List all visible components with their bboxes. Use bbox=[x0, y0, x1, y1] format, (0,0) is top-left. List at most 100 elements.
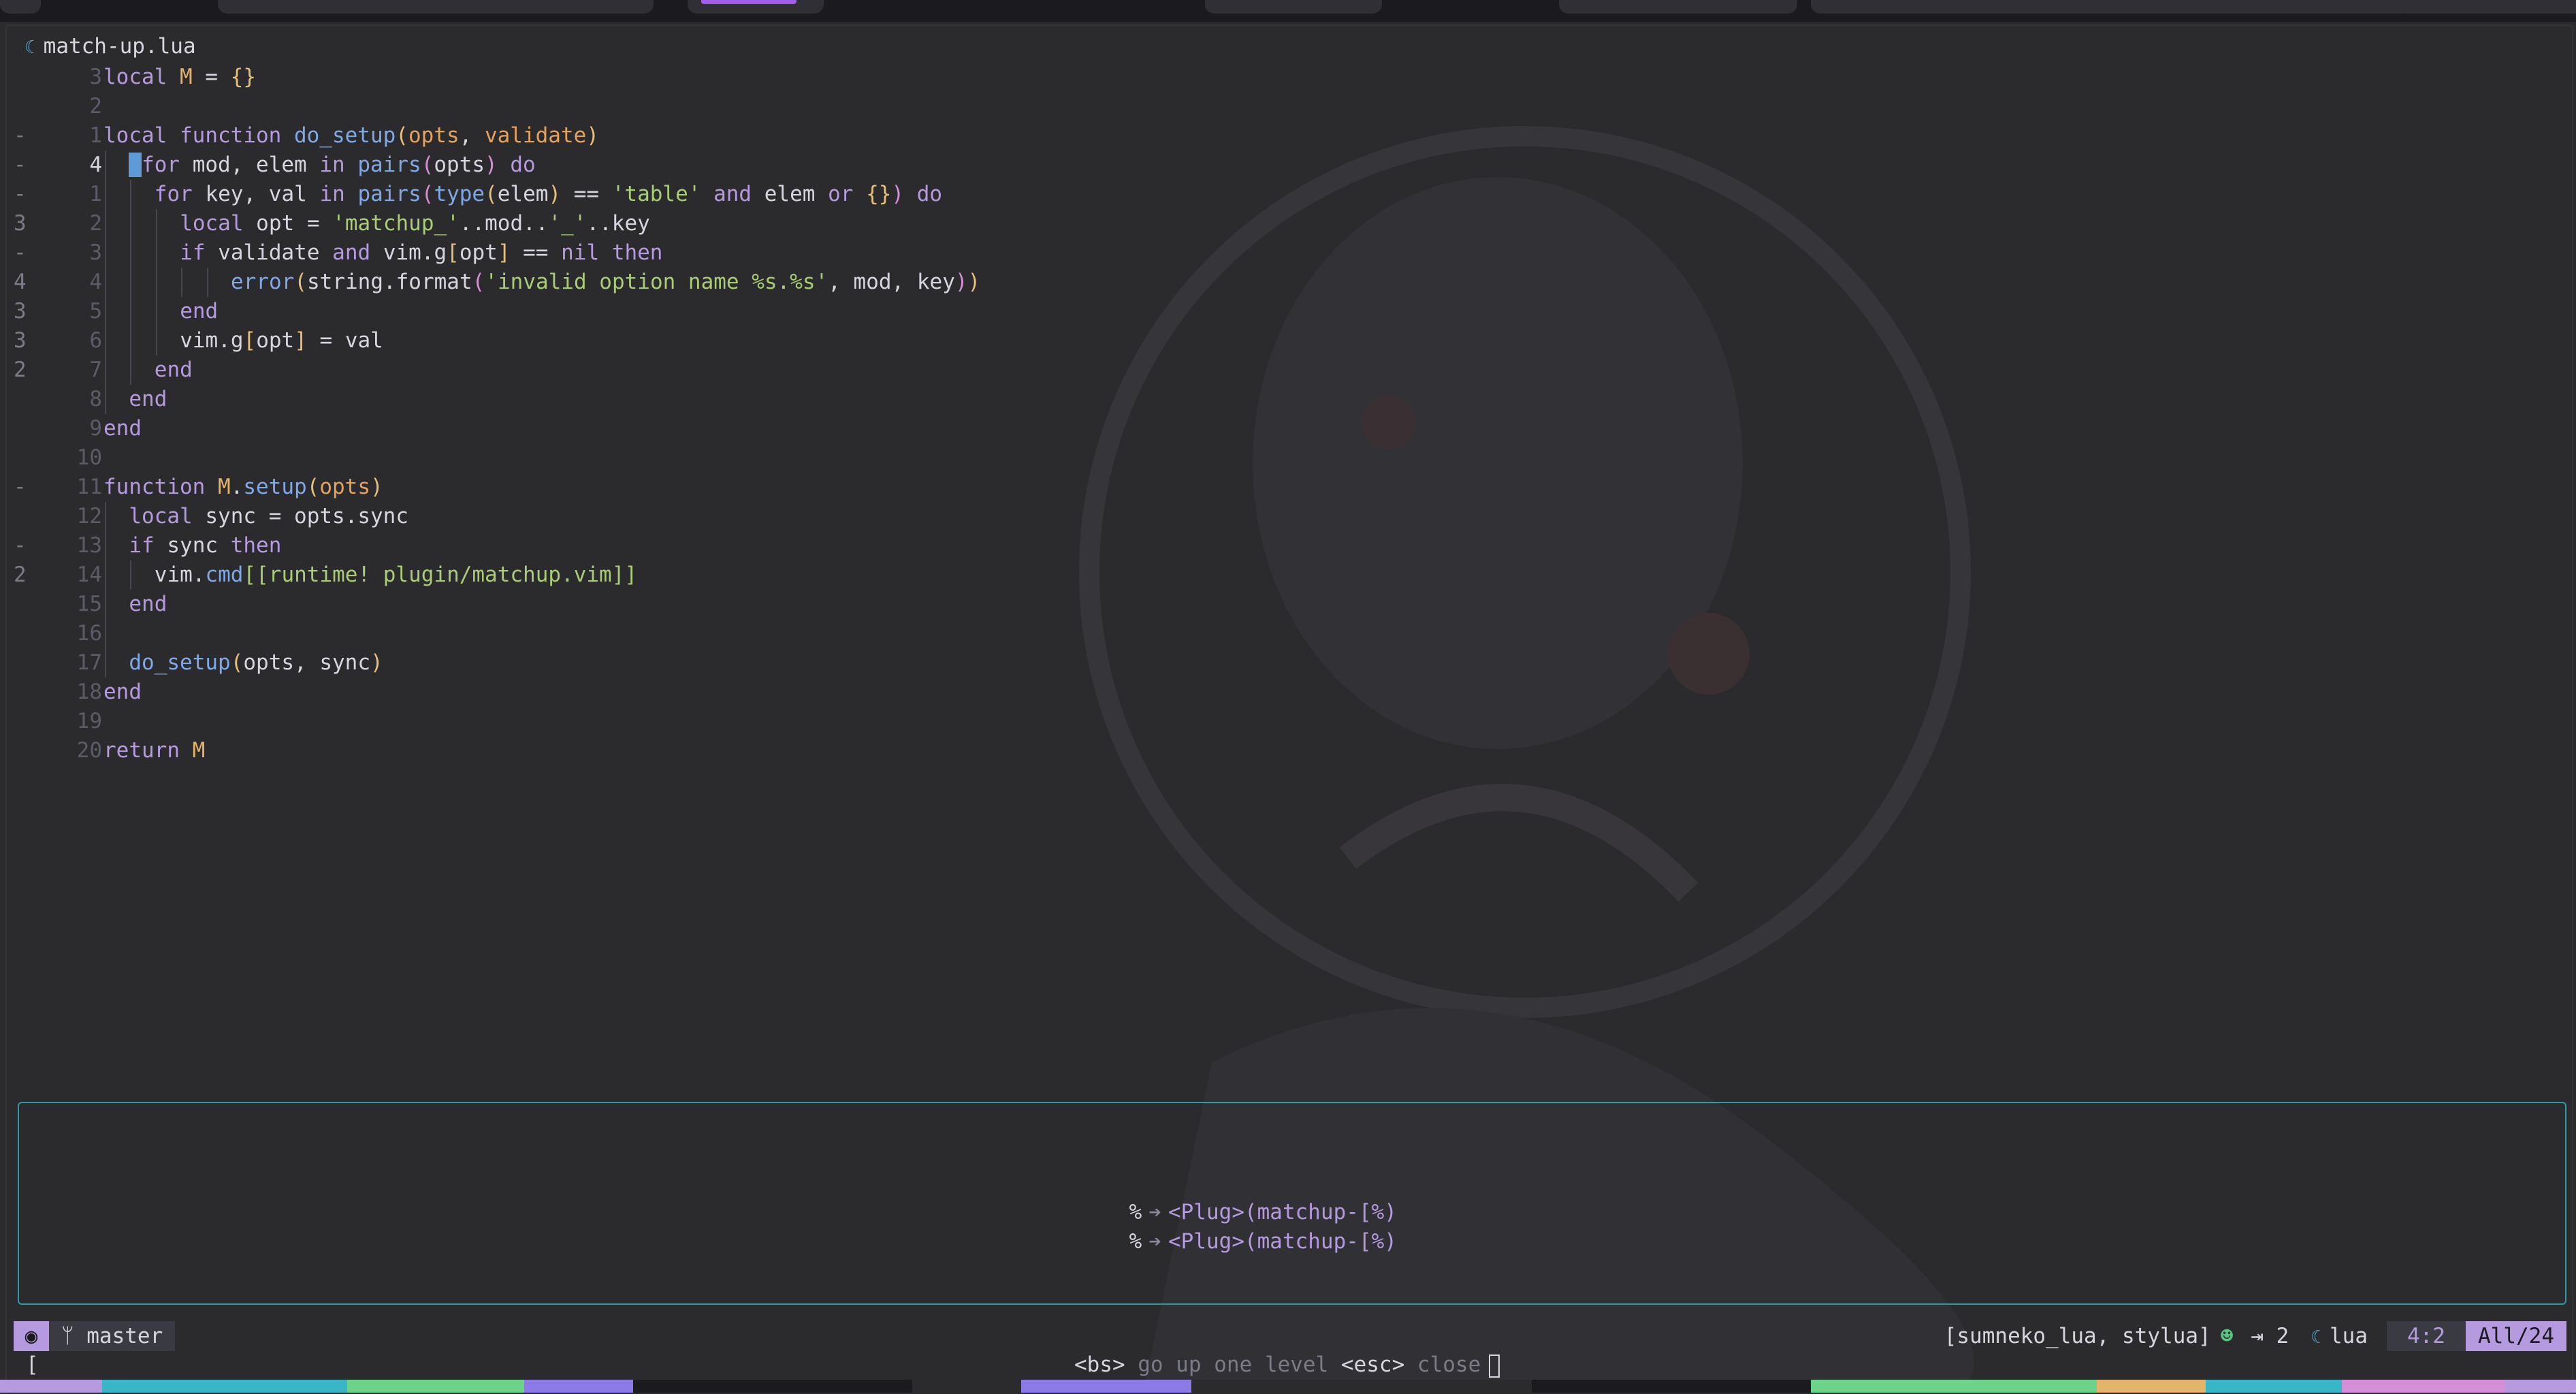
command-cursor bbox=[1489, 1354, 1500, 1378]
workspace-chip[interactable] bbox=[218, 0, 654, 14]
code-token: type bbox=[434, 182, 485, 206]
which-key-key: % bbox=[1129, 1229, 1142, 1254]
line-number: 1 bbox=[89, 123, 102, 148]
file-tab[interactable]: ☾ match-up.lua bbox=[25, 34, 196, 59]
indent-guide bbox=[130, 268, 132, 297]
tmux-host bbox=[347, 1380, 524, 1393]
code-token: {} bbox=[230, 65, 256, 89]
indent-guide bbox=[206, 268, 208, 297]
status-chip-3[interactable] bbox=[2396, 0, 2576, 14]
code-token: function bbox=[103, 475, 206, 499]
tmux-net bbox=[1811, 1380, 2097, 1393]
code-token: setup bbox=[243, 475, 307, 499]
tmux-battery bbox=[2097, 1380, 2206, 1393]
tmux-window-1[interactable] bbox=[912, 1380, 1021, 1393]
command-line[interactable]: [ <bs> go up one level <esc> close bbox=[0, 1351, 2576, 1380]
command-line-text: [ bbox=[26, 1352, 39, 1377]
which-key-desc: <Plug>(matchup-[%) bbox=[1168, 1229, 1397, 1254]
code-token: local bbox=[129, 504, 193, 528]
code-token: '_' bbox=[548, 211, 587, 236]
indent-guide bbox=[105, 385, 106, 414]
line-number: 5 bbox=[89, 299, 102, 323]
indent-guide bbox=[155, 297, 157, 326]
code-token: do bbox=[916, 182, 943, 206]
clock-chip[interactable] bbox=[1205, 0, 1382, 14]
code-token: ) bbox=[370, 475, 383, 499]
code-token: or bbox=[828, 182, 854, 206]
tmux-clock bbox=[2505, 1380, 2576, 1393]
line-number: 3 bbox=[89, 65, 102, 89]
eye-icon: ◉ bbox=[25, 1324, 38, 1348]
launcher-chip[interactable] bbox=[0, 0, 41, 14]
code-token: , bbox=[459, 123, 485, 148]
indent-guide bbox=[105, 180, 106, 209]
code-text: end bbox=[180, 297, 218, 326]
hint-text-go-up: go up one level bbox=[1125, 1352, 1341, 1377]
hint-key-bs: <bs> bbox=[1074, 1352, 1125, 1377]
code-token: nil bbox=[561, 240, 600, 265]
code-token: elem bbox=[497, 182, 549, 206]
code-token: vim. bbox=[154, 563, 206, 587]
code-token: function bbox=[180, 123, 282, 148]
code-token: vim.g bbox=[180, 328, 244, 353]
code-text: end bbox=[155, 355, 193, 385]
git-sign: 3 bbox=[14, 328, 27, 353]
code-text: local opt = 'matchup_'..mod..'_'..key bbox=[180, 209, 650, 238]
indent-guide bbox=[105, 560, 106, 590]
code-token: ) bbox=[548, 182, 562, 206]
code-token: ( bbox=[230, 650, 244, 675]
line-number: 4 bbox=[89, 270, 102, 294]
code-text: error(string.format('invalid option name… bbox=[231, 268, 980, 297]
code-token: then bbox=[230, 533, 282, 558]
git-sign: 2 bbox=[14, 563, 27, 587]
code-token: then bbox=[611, 240, 663, 265]
text-cursor bbox=[129, 153, 142, 177]
indent-width[interactable]: ⇥ 2 bbox=[2251, 1324, 2289, 1348]
git-branch[interactable]: ᛘ master bbox=[49, 1321, 176, 1351]
code-token: M bbox=[217, 475, 231, 499]
which-key-item[interactable]: % ➔ <Plug>(matchup-[%) bbox=[1078, 1205, 1397, 1278]
code-token: elem bbox=[752, 182, 828, 206]
tmux-session bbox=[0, 1380, 102, 1393]
status-line: ◉ ᛘ master [sumneko_lua, stylua] ☻ ⇥ 2 ☾… bbox=[14, 1321, 2566, 1351]
code-token: pairs bbox=[357, 182, 421, 206]
code-token: end bbox=[103, 680, 142, 704]
tmux-window-2[interactable] bbox=[1021, 1380, 1191, 1393]
top-panel-bar bbox=[0, 0, 2576, 22]
code-token: opt = bbox=[243, 211, 333, 236]
code-token: end bbox=[129, 592, 167, 616]
line-number: 15 bbox=[76, 592, 102, 616]
line-number: 13 bbox=[76, 533, 102, 558]
git-sign: - bbox=[14, 475, 27, 499]
line-number: 7 bbox=[89, 358, 102, 382]
which-key-popup: % ➔ <Plug>(matchup-[%) % ➔ <Plug>(matchup-[%… bbox=[18, 1102, 2566, 1305]
code-token: do bbox=[510, 153, 536, 177]
code-token: opts bbox=[434, 153, 485, 177]
code-text: end bbox=[129, 590, 167, 619]
line-number: 12 bbox=[76, 504, 102, 528]
filetype-label: lua bbox=[2330, 1324, 2368, 1348]
tmux-window-3[interactable] bbox=[1191, 1380, 1532, 1393]
line-number: 14 bbox=[76, 563, 102, 587]
status-chip-1[interactable] bbox=[1559, 0, 1797, 14]
code-token: M bbox=[180, 65, 193, 89]
lsp-clients[interactable]: [sumneko_lua, stylua] bbox=[1944, 1324, 2211, 1348]
code-token: ( bbox=[472, 270, 485, 294]
code-text: function M.setup(opts) bbox=[103, 473, 383, 502]
code-text: for mod, elem in pairs(opts) do bbox=[129, 151, 536, 180]
git-sign: - bbox=[14, 182, 27, 206]
code-token: = bbox=[192, 65, 231, 89]
code-token: M bbox=[192, 738, 206, 763]
code-token: and bbox=[332, 240, 371, 265]
filetype: ☾ lua bbox=[2311, 1324, 2368, 1348]
code-token: in bbox=[319, 182, 345, 206]
line-number: 17 bbox=[76, 650, 102, 675]
code-token: pairs bbox=[357, 153, 421, 177]
indent-guide bbox=[130, 209, 132, 238]
code-text: end bbox=[103, 414, 142, 443]
